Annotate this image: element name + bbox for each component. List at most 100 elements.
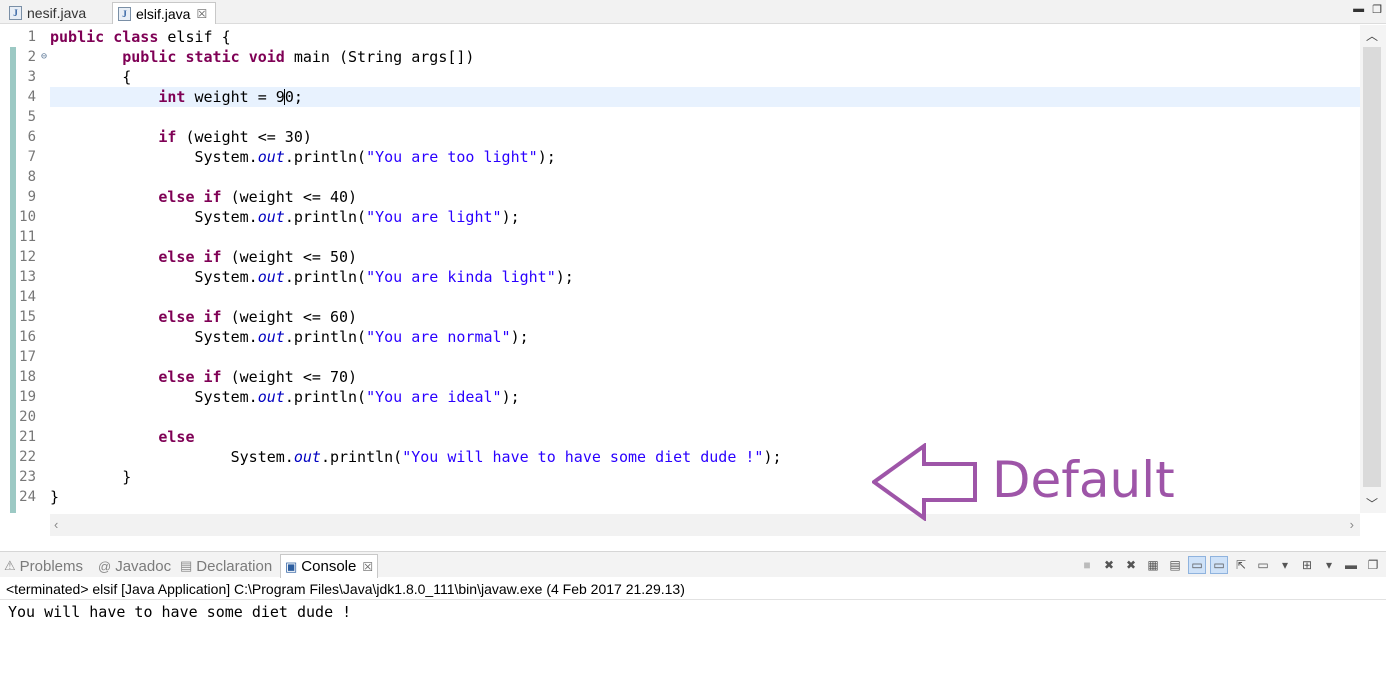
code-line[interactable]: public class elsif { [50,27,1360,47]
tab-console[interactable]: ▣ Console ☒ [280,554,379,578]
tab-elsif-java[interactable]: J elsif.java ☒ [112,2,216,24]
problems-icon: ⚠ [4,558,16,573]
code-line[interactable] [50,347,1360,367]
field-token: out [257,148,285,166]
keyword-token: if [203,308,222,326]
editor-tab-bar: J nesif.java J elsif.java ☒ ▬ ❐ [0,0,1386,24]
field-token: out [257,328,285,346]
javadoc-icon: @ [98,558,112,574]
line-number: 23 [19,469,36,485]
minimize-icon[interactable]: ▬ [1353,3,1364,16]
tab-javadoc[interactable]: @ Javadoc [98,556,171,576]
code-line[interactable]: System.out.println("You are too light"); [50,147,1360,167]
close-tab-icon[interactable]: ☒ [196,7,207,21]
minimize-icon[interactable]: ▬ [1342,556,1360,574]
vertical-scrollbar[interactable]: ︿ ﹀ [1360,25,1386,513]
code-editor[interactable]: 1 2 ⊖ 3 4 5 6 7 8 9 10 11 12 13 14 15 16 17 18 19 20 21 22 23 24… [0,25,1386,539]
show-on-stdout-icon[interactable]: ▭ [1188,556,1206,574]
scroll-thumb[interactable] [1363,47,1381,487]
line-number: 22 [19,449,36,465]
code-line[interactable]: { [50,67,1360,87]
code-line[interactable]: System.out.println("You are normal"); [50,327,1360,347]
line-number: 2 ⊖ [27,47,47,67]
code-line[interactable] [50,287,1360,307]
annotation-label: Default [992,451,1175,509]
code-line[interactable]: if (weight <= 30) [50,127,1360,147]
field-token: out [257,268,285,286]
remove-launch-icon[interactable]: ✖ [1100,556,1118,574]
scroll-left-icon[interactable]: ‹ [54,517,58,532]
line-number: 12 [19,249,36,265]
scroll-right-icon[interactable]: › [1350,517,1354,532]
line-number: 19 [19,389,36,405]
code-token: .println( [284,208,367,226]
line-number-gutter: 1 2 ⊖ 3 4 5 6 7 8 9 10 11 12 13 14 15 16 17 18 19 20 21 22 23 24 [17,27,47,507]
code-line[interactable] [50,167,1360,187]
keyword-token: else [158,428,195,446]
string-token: "You will have to have some diet dude !" [402,448,764,466]
code-line[interactable]: System.out.println("You are light"); [50,207,1360,227]
code-token: System. [50,148,258,166]
chevron-down-icon[interactable]: ▾ [1276,556,1294,574]
code-line[interactable]: else if (weight <= 60) [50,307,1360,327]
code-token: ); [510,328,529,346]
code-token: (weight <= 70) [221,368,358,386]
tab-nesif-java[interactable]: J nesif.java [4,2,108,24]
tab-declaration[interactable]: ▤ Declaration [180,556,272,576]
remove-all-terminated-icon[interactable]: ✖ [1122,556,1140,574]
code-line[interactable]: else if (weight <= 40) [50,187,1360,207]
code-token: (weight <= 60) [221,308,358,326]
maximize-icon[interactable]: ❐ [1372,3,1382,16]
line-number: 8 [27,169,36,185]
display-selected-console-icon[interactable]: ▭ [1254,556,1272,574]
scroll-lock-icon[interactable]: ▤ [1166,556,1184,574]
console-output[interactable]: You will have to have some diet dude ! [8,602,351,622]
left-arrow-annotation-icon [872,443,977,521]
scroll-up-icon[interactable]: ︿ [1366,27,1378,44]
code-line[interactable] [50,227,1360,247]
show-on-stderr-icon[interactable]: ▭ [1210,556,1228,574]
code-line[interactable] [50,107,1360,127]
code-token: System. [50,448,294,466]
code-token: main (String args[]) [284,48,475,66]
field-token: out [293,448,321,466]
pin-console-icon[interactable]: ⇱ [1232,556,1250,574]
code-area[interactable]: public class elsif { public static void … [50,27,1360,507]
code-line[interactable] [50,407,1360,427]
string-token: "You are too light" [366,148,538,166]
code-line[interactable]: else if (weight <= 50) [50,247,1360,267]
close-tab-icon[interactable]: ☒ [362,560,373,574]
line-number: 10 [19,209,36,225]
open-console-icon[interactable]: ⊞ [1298,556,1316,574]
string-token: "You are normal" [366,328,511,346]
code-line[interactable]: public static void main (String args[]) [50,47,1360,67]
code-line[interactable]: System.out.println("You are ideal"); [50,387,1360,407]
code-line[interactable]: System.out.println("You are kinda light"… [50,267,1360,287]
horizontal-scrollbar[interactable]: ‹ › [50,514,1360,536]
code-token: ); [537,148,556,166]
scroll-down-icon[interactable]: ﹀ [1366,495,1378,512]
code-line[interactable]: int weight = 90; [50,87,1360,107]
terminate-icon[interactable]: ■ [1078,556,1096,574]
line-number: 4 [27,89,36,105]
maximize-icon[interactable]: ❐ [1364,556,1382,574]
clear-console-icon[interactable]: ▦ [1144,556,1162,574]
code-token: .println( [284,388,367,406]
code-line[interactable]: else [50,427,1360,447]
code-line[interactable]: else if (weight <= 70) [50,367,1360,387]
declaration-icon: ▤ [180,558,193,573]
tab-problems[interactable]: ⚠ Problems [4,556,83,576]
console-toolbar: ■ ✖ ✖ ▦ ▤ ▭ ▭ ⇱ ▭ ▾ ⊞ ▾ ▬ ❐ [1078,556,1382,574]
line-number: 17 [19,349,36,365]
chevron-down-icon[interactable]: ▾ [1320,556,1338,574]
keyword-token: else [158,308,195,326]
code-token: (weight <= 30) [176,128,312,146]
code-token: System. [50,268,258,286]
java-file-icon: J [9,6,22,20]
fold-collapse-icon[interactable]: ⊖ [41,47,47,67]
